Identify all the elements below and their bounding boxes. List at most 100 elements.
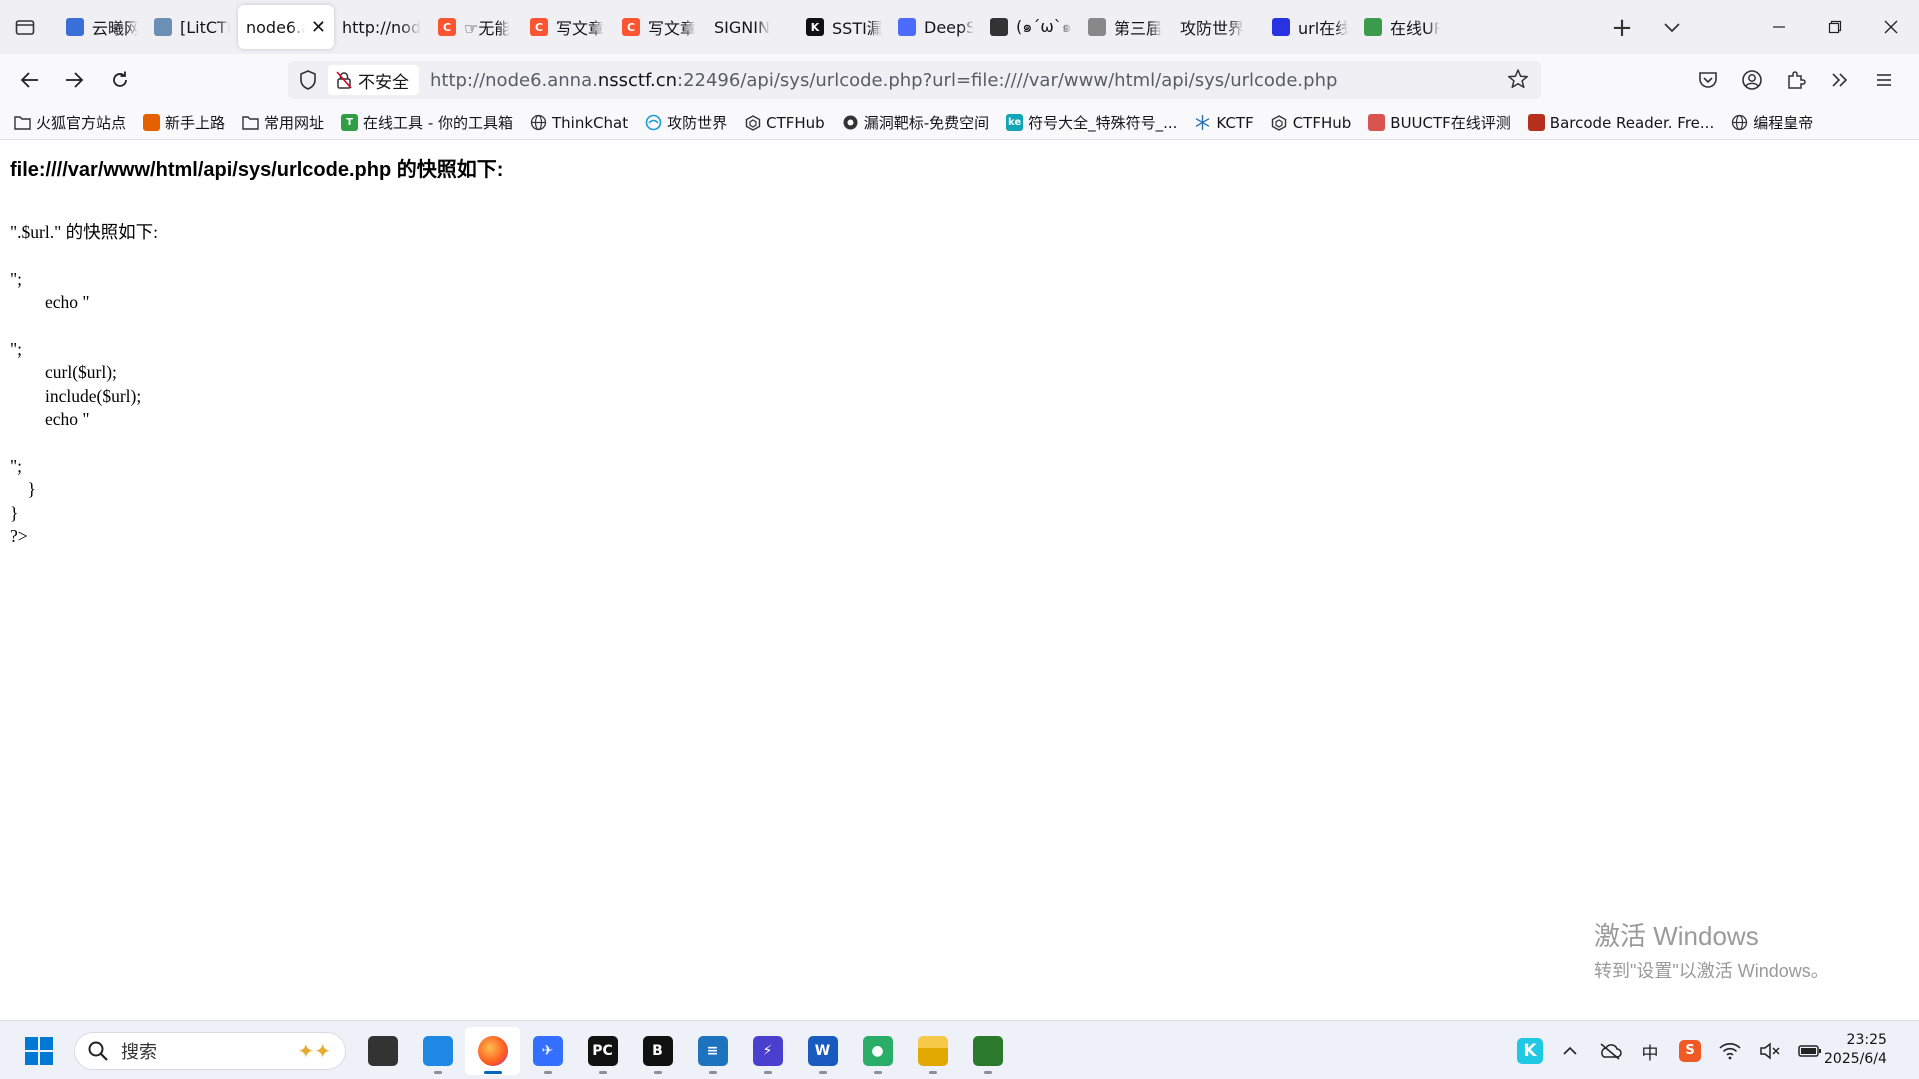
bookmark-star-button[interactable]	[1507, 68, 1531, 92]
browser-tab[interactable]: C 写文章	[522, 5, 614, 49]
url-prefix: http://node6.anna.	[430, 70, 598, 91]
browser-tab[interactable]: http://nod	[334, 5, 430, 49]
browser-tab[interactable]: url在线	[1264, 5, 1356, 49]
pocket-icon	[1699, 72, 1717, 88]
bookmark-label: ThinkChat	[552, 113, 629, 132]
browser-tab[interactable]: SIGNIN	[706, 5, 798, 49]
tray-expand-chevron-icon[interactable]	[1550, 1031, 1590, 1071]
wifi-icon[interactable]	[1710, 1031, 1750, 1071]
running-indicator	[873, 1071, 882, 1074]
onedrive-offline-icon[interactable]	[1590, 1031, 1630, 1071]
bookmark-item[interactable]: 火狐官方站点	[14, 112, 126, 133]
running-indicator	[433, 1071, 442, 1074]
bookmark-item[interactable]: ke 符号大全_特殊符号_...	[1006, 112, 1177, 133]
site-security-button[interactable]: 不安全	[328, 65, 419, 95]
ime-indicator[interactable]: 中	[1630, 1031, 1670, 1071]
vuln-icon	[842, 114, 859, 131]
browser-tab[interactable]: 在线UR	[1356, 5, 1448, 49]
taskbar-app-pycharm[interactable]: PC	[575, 1027, 630, 1075]
close-window-button[interactable]	[1863, 0, 1919, 54]
taskbar-app-file-explorer[interactable]	[905, 1027, 960, 1075]
windows-activation-watermark: 激活 Windows 转到"设置"以激活 Windows。	[1594, 916, 1829, 983]
app-menu-button[interactable]	[1866, 62, 1902, 98]
taskbar-app-vscode-like[interactable]: ⚡	[740, 1027, 795, 1075]
arrow-right-icon	[66, 72, 84, 88]
tab-label: 云曦网	[92, 19, 138, 38]
bookmark-item[interactable]: 编程皇帝	[1731, 112, 1813, 133]
minimize-button[interactable]	[1751, 0, 1807, 54]
browser-tab[interactable]: 第三届	[1080, 5, 1172, 49]
snow-icon	[1194, 114, 1211, 131]
browser-tab[interactable]: 攻防世界	[1172, 5, 1264, 49]
browser-tab[interactable]: 云曦网	[58, 5, 146, 49]
taskbar-app-network-tool[interactable]	[960, 1027, 1015, 1075]
bookmark-label: 火狐官方站点	[36, 114, 127, 132]
tab-list-button[interactable]	[8, 10, 42, 44]
pocket-button[interactable]	[1690, 62, 1726, 98]
bookmark-item[interactable]: 漏洞靶标-免费空间	[842, 112, 989, 133]
system-tray: K 中 S	[1510, 1031, 1830, 1071]
volume-muted-icon[interactable]	[1750, 1031, 1790, 1071]
minimize-icon	[1773, 26, 1785, 28]
bookmark-item[interactable]: CTFHub	[1271, 114, 1351, 132]
new-tab-button[interactable]: +	[1606, 12, 1638, 44]
running-indicator	[653, 1071, 662, 1074]
more-tools-button[interactable]	[1822, 62, 1858, 98]
address-bar[interactable]: 不安全 http://node6.anna.nssctf.cn:22496/ap…	[288, 61, 1541, 99]
browser-tab[interactable]: DeepS	[890, 5, 982, 49]
bookmark-item[interactable]: BUUCTF在线评测	[1368, 112, 1511, 133]
taskbar-apps: ✈ PC B ≡ ⚡ W ●	[355, 1027, 1015, 1075]
browser-tab[interactable]: (๑´ω`๑	[982, 5, 1080, 49]
forward-button[interactable]	[56, 62, 92, 98]
account-button[interactable]	[1734, 62, 1770, 98]
tab-label: [LitCTF	[180, 17, 230, 37]
taskbar-app-firefox[interactable]	[465, 1027, 520, 1075]
bookmark-item[interactable]: 攻防世界	[645, 112, 727, 133]
bookmark-item[interactable]: KCTF	[1194, 114, 1254, 132]
running-indicator	[818, 1071, 827, 1074]
hamburger-menu-icon	[1877, 74, 1891, 86]
bookmark-item[interactable]: ThinkChat	[530, 114, 628, 132]
bookmark-item[interactable]: 新手上路	[143, 112, 225, 133]
navigation-toolbar: 不安全 http://node6.anna.nssctf.cn:22496/ap…	[0, 54, 1919, 106]
taskbar-app-burpsuite[interactable]: B	[630, 1027, 685, 1075]
tracking-protection-button[interactable]	[296, 68, 320, 92]
copilot-sparkle-icon: ✦✦	[297, 1039, 331, 1063]
browser-tab[interactable]: K SSTI漏	[798, 5, 890, 49]
sogou-ime-icon[interactable]: S	[1670, 1031, 1710, 1071]
start-button[interactable]	[22, 1034, 56, 1068]
page-content: file:////var/www/html/api/sys/urlcode.ph…	[0, 140, 1919, 1020]
browser-tab[interactable]: C ☞无能	[430, 5, 522, 49]
bookmark-label: 攻防世界	[667, 114, 728, 132]
browser-tab[interactable]: node6.a ✕	[238, 5, 334, 49]
taskbar-clock[interactable]: 23:25 2025/6/4	[1824, 1031, 1887, 1069]
windows-logo-icon	[25, 1037, 53, 1065]
url-text[interactable]: http://node6.anna.nssctf.cn:22496/api/sy…	[430, 70, 1337, 91]
insecure-label: 不安全	[358, 72, 409, 93]
bookmark-item[interactable]: CTFHub	[744, 114, 825, 132]
taskbar-app-wechat[interactable]: ●	[850, 1027, 905, 1075]
close-tab-icon[interactable]: ✕	[311, 17, 326, 38]
bookmark-item[interactable]: T 在线工具 - 你的工具箱	[341, 112, 513, 133]
list-all-tabs-button[interactable]	[1656, 12, 1688, 44]
back-button[interactable]	[12, 62, 48, 98]
bookmark-item[interactable]: Barcode Reader. Fre...	[1527, 114, 1714, 132]
taskbar-app-task-view[interactable]	[355, 1027, 410, 1075]
taskbar-app-remote-desktop[interactable]	[410, 1027, 465, 1075]
taskbar-app-notepad[interactable]: ≡	[685, 1027, 740, 1075]
taskbar-app-word[interactable]: W	[795, 1027, 850, 1075]
restore-button[interactable]	[1807, 0, 1863, 54]
browser-tab[interactable]: [LitCTF	[146, 5, 238, 49]
extensions-button[interactable]	[1778, 62, 1814, 98]
reload-button[interactable]	[102, 62, 138, 98]
kuake-tray-icon[interactable]: K	[1510, 1031, 1550, 1071]
bookmark-item[interactable]: 常用网址	[242, 112, 324, 133]
running-indicator	[983, 1071, 992, 1074]
tab-label: 第三届	[1114, 19, 1163, 38]
taskbar-search-box[interactable]: 搜索 ✦✦	[74, 1032, 346, 1070]
window-controls	[1751, 0, 1919, 54]
taskbar-app-feishu[interactable]: ✈	[520, 1027, 575, 1075]
green-favicon	[1364, 18, 1382, 36]
browser-tab[interactable]: C 写文章	[614, 5, 706, 49]
bookmark-label: 漏洞靶标-免费空间	[863, 114, 990, 132]
